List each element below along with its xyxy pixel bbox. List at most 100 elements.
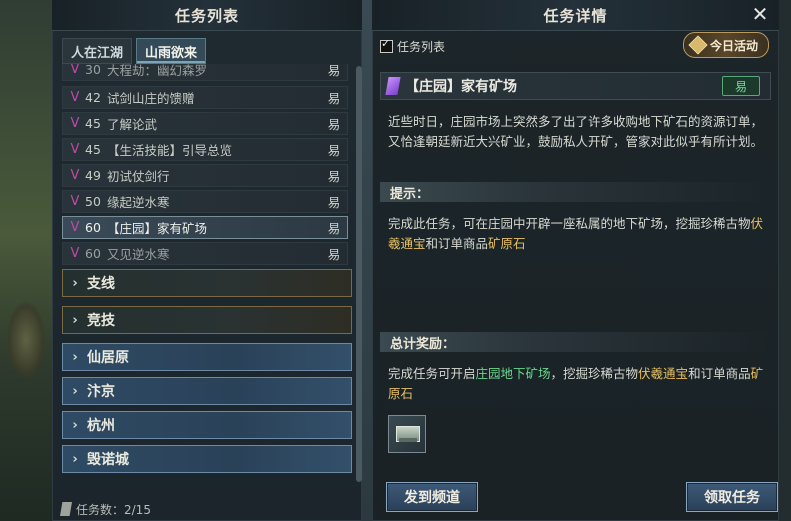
section-label: 竞技 xyxy=(87,313,115,329)
panel-title: 任务详情 xyxy=(372,0,779,31)
quest-row[interactable]: V 45 了解论武 易 xyxy=(62,112,348,135)
section-jing-ji[interactable]: › 竞技 xyxy=(62,306,352,334)
checkbox-label: 任务列表 xyxy=(397,40,446,54)
quest-row[interactable]: V 49 初试仗剑行 易 xyxy=(62,164,348,187)
quest-difficulty: 易 xyxy=(327,247,341,262)
reward-item-icon[interactable] xyxy=(388,415,426,453)
quest-list[interactable]: V 30 大程劫：幽幻森罗 易 V 42 试剑山庄的馈赠 易 V 45 了解论武… xyxy=(57,64,353,484)
quest-type-icon xyxy=(385,77,401,95)
quest-marker-icon: V xyxy=(70,220,80,235)
quest-row[interactable]: V 60 又见逆水寒 易 xyxy=(62,242,348,265)
reward-header: 总计奖励： xyxy=(380,332,771,352)
difficulty-badge: 易 xyxy=(722,76,760,96)
quest-marker-icon: V xyxy=(70,194,80,209)
quest-level: 60 xyxy=(85,246,101,261)
quest-title: 【庄园】家有矿场 xyxy=(405,79,517,95)
quest-difficulty: 易 xyxy=(327,91,341,106)
quest-marker-icon: V xyxy=(70,64,80,77)
today-activity-button[interactable]: 今日活动 xyxy=(682,32,769,58)
quest-level: 42 xyxy=(85,90,101,105)
quest-marker-icon: V xyxy=(70,168,80,183)
hint-highlight-item: 矿原石 xyxy=(488,236,526,251)
quest-marker-icon: V xyxy=(70,246,80,261)
tab-ren-zai-jiang-hu[interactable]: 人在江湖 xyxy=(62,38,133,64)
quest-level: 45 xyxy=(85,142,101,157)
chevron-right-icon: › xyxy=(72,451,78,467)
section-label: 杭州 xyxy=(87,418,115,434)
quest-tabs: 人在江湖 山雨欲来 xyxy=(62,38,207,64)
quest-level: 50 xyxy=(85,194,101,209)
reward-highlight-feature: 庄园地下矿场 xyxy=(475,366,551,381)
quest-difficulty: 易 xyxy=(327,221,341,236)
quest-level: 30 xyxy=(85,64,101,77)
section-zhi-xian[interactable]: › 支线 xyxy=(62,269,352,297)
quest-difficulty: 易 xyxy=(327,169,341,184)
reward-highlight-item: 伏羲通宝 xyxy=(638,366,689,381)
task-count: 任务数：2/15 xyxy=(60,500,151,518)
quest-detail-panel: 任务详情 ✕ 任务列表 今日活动 【庄园】家有矿场 易 近些时日，庄园市场上突然… xyxy=(372,0,779,521)
quest-list-checkbox[interactable]: 任务列表 xyxy=(380,37,446,55)
today-activity-label: 今日活动 xyxy=(709,38,758,53)
background-scenery-left xyxy=(0,0,52,521)
quest-marker-icon: V xyxy=(70,142,80,157)
quest-header: 【庄园】家有矿场 易 xyxy=(380,72,771,100)
hint-header: 提示： xyxy=(380,182,771,202)
quest-name: 又见逆水寒 xyxy=(107,247,170,262)
section-label: 支线 xyxy=(87,276,115,292)
quest-row[interactable]: V 50 缘起逆水寒 易 xyxy=(62,190,348,213)
quest-description: 近些时日，庄园市场上突然多了出了许多收购地下矿石的资源订单，又恰逢朝廷新近大兴矿… xyxy=(388,114,764,149)
quest-name: 初试仗剑行 xyxy=(107,169,170,184)
background-divider xyxy=(362,0,372,521)
quest-level: 45 xyxy=(85,116,101,131)
quest-difficulty: 易 xyxy=(327,64,341,78)
hint-text: 完成此任务，可在庄园中开辟一座私属的地下矿场，挖掘珍稀古物伏羲通宝和订单商品矿原… xyxy=(388,214,768,254)
section-hang-zhou[interactable]: › 杭州 xyxy=(62,411,352,439)
quest-marker-icon: V xyxy=(70,90,80,105)
tab-shan-yu-yu-lai[interactable]: 山雨欲来 xyxy=(136,38,207,64)
hint-text-part: 完成此任务，可在庄园中开辟一座私属的地下矿场，挖掘珍稀古物 xyxy=(388,216,751,231)
background-edge-right xyxy=(779,0,791,521)
chevron-right-icon: › xyxy=(72,275,78,291)
chevron-right-icon: › xyxy=(72,383,78,399)
quest-difficulty: 易 xyxy=(327,143,341,158)
send-to-channel-button[interactable]: 发到频道 xyxy=(386,482,478,512)
quest-marker-icon: V xyxy=(70,116,80,131)
task-count-label: 任务数：2/15 xyxy=(76,502,151,517)
quest-level: 49 xyxy=(85,168,101,183)
reward-text-part: 和订单商品 xyxy=(688,366,751,381)
quest-name: 试剑山庄的馈赠 xyxy=(107,91,195,106)
chevron-right-icon: › xyxy=(72,349,78,365)
quest-name: 大程劫：幽幻森罗 xyxy=(107,64,208,78)
reward-text-part: ，挖掘珍稀古物 xyxy=(550,366,639,381)
quest-name: 【庄园】家有矿场 xyxy=(107,221,208,236)
quest-difficulty: 易 xyxy=(327,117,341,132)
panel-title: 任务列表 xyxy=(52,0,362,31)
diamond-icon xyxy=(688,35,708,55)
scroll-icon xyxy=(60,502,72,516)
quest-name: 缘起逆水寒 xyxy=(107,195,170,210)
section-hui-nuo-cheng[interactable]: › 毁诺城 xyxy=(62,445,352,473)
quest-difficulty: 易 xyxy=(327,195,341,210)
close-icon[interactable]: ✕ xyxy=(749,3,771,25)
quest-level: 60 xyxy=(85,220,101,235)
section-label: 毁诺城 xyxy=(87,452,129,468)
quest-row[interactable]: V 45 【生活技能】引导总览 易 xyxy=(62,138,348,161)
quest-list-panel: 任务列表 人在江湖 山雨欲来 V 30 大程劫：幽幻森罗 易 V 42 试剑山庄… xyxy=(52,0,362,521)
quest-row[interactable]: V 42 试剑山庄的馈赠 易 xyxy=(62,86,348,109)
quest-name: 【生活技能】引导总览 xyxy=(107,143,233,158)
chevron-right-icon: › xyxy=(72,312,78,328)
section-label: 汴京 xyxy=(87,384,115,400)
checkbox-icon[interactable] xyxy=(380,37,393,53)
quest-row-selected[interactable]: V 60 【庄园】家有矿场 易 xyxy=(62,216,348,239)
quest-row[interactable]: V 30 大程劫：幽幻森罗 易 xyxy=(62,64,348,81)
reward-text-part: 完成任务可开启 xyxy=(388,366,476,381)
section-label: 仙居原 xyxy=(87,350,129,366)
hint-text-part: 和订单商品 xyxy=(425,236,489,251)
accept-quest-button[interactable]: 领取任务 xyxy=(686,482,778,512)
quest-list-scrollbar[interactable] xyxy=(356,66,362,482)
section-xian-ju-yuan[interactable]: › 仙居原 xyxy=(62,343,352,371)
section-bian-jing[interactable]: › 汴京 xyxy=(62,377,352,405)
scrollbar-thumb[interactable] xyxy=(356,66,362,482)
reward-text: 完成任务可开启庄园地下矿场，挖掘珍稀古物伏羲通宝和订单商品矿原石 xyxy=(388,364,768,404)
quest-name: 了解论武 xyxy=(107,117,158,132)
